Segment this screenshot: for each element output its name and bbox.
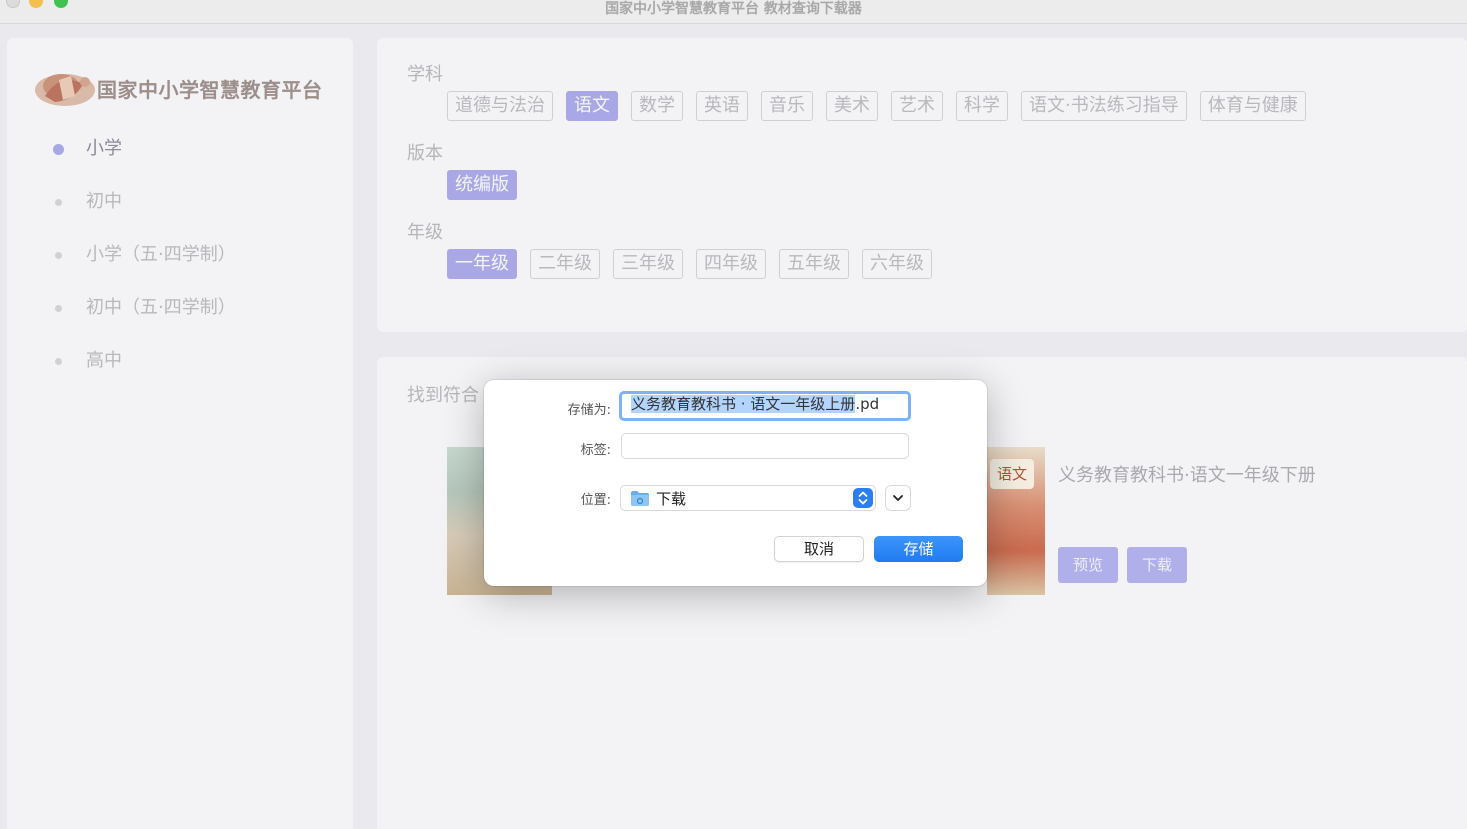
location-value: 下载 xyxy=(656,490,687,508)
sidebar-item-senior[interactable]: 高中 xyxy=(7,342,353,395)
sidebar-item-primary[interactable]: 小学 xyxy=(7,130,353,183)
preview-button[interactable]: 预览 xyxy=(1058,547,1118,583)
subject-chip[interactable]: 科学 xyxy=(956,91,1008,121)
bullet-icon xyxy=(55,252,62,259)
bullet-icon xyxy=(53,144,64,155)
chevron-down-icon xyxy=(893,495,903,501)
stage-nav: 小学 初中 小学（五·四学制） 初中（五·四学制） 高中 xyxy=(7,130,353,395)
folder-icon xyxy=(631,491,649,506)
sidebar-item-primary-54[interactable]: 小学（五·四学制） xyxy=(7,236,353,289)
grade-chip[interactable]: 三年级 xyxy=(613,249,683,279)
book-title: 义务教育教科书·语文一年级下册 xyxy=(1058,465,1316,486)
cover-subject-badge: 语文 xyxy=(990,459,1034,489)
platform-name: 国家中小学智慧教育平台 xyxy=(97,78,323,102)
cancel-button[interactable]: 取消 xyxy=(774,536,864,562)
bullet-icon xyxy=(55,358,62,365)
subject-chip[interactable]: 美术 xyxy=(826,91,878,121)
save-as-label: 存储为: xyxy=(567,403,611,418)
subject-chip[interactable]: 数学 xyxy=(631,91,683,121)
grade-chip[interactable]: 四年级 xyxy=(696,249,766,279)
grade-chip[interactable]: 五年级 xyxy=(779,249,849,279)
subject-chip[interactable]: 音乐 xyxy=(761,91,813,121)
bullet-icon xyxy=(55,199,62,206)
subject-chip[interactable]: 体育与健康 xyxy=(1199,91,1306,121)
subject-chip[interactable]: 道德与法治 xyxy=(447,91,553,121)
subject-label: 学科 xyxy=(407,64,443,85)
download-button[interactable]: 下载 xyxy=(1127,547,1187,583)
grade-chip[interactable]: 六年级 xyxy=(862,249,932,279)
sidebar-item-label: 小学 xyxy=(86,138,122,159)
filename-input[interactable]: 义务教育教科书 · 语文一年级上册.pd xyxy=(619,391,911,421)
window-title: 国家中小学智慧教育平台 教材查询下载器 xyxy=(605,1,862,17)
grade-label: 年级 xyxy=(407,222,443,243)
sidebar: 国家中小学智慧教育平台 小学 初中 小学（五·四学制） 初中（五·四学制） 高中 xyxy=(7,38,353,829)
edition-chip-selected[interactable]: 统编版 xyxy=(447,170,517,200)
sidebar-item-label: 初中（五·四学制） xyxy=(86,297,236,318)
location-select[interactable]: 下载 xyxy=(620,485,876,511)
filter-panel: 学科 道德与法治 语文 数学 英语 音乐 美术 艺术 科学 语文·书法练习指导 … xyxy=(377,38,1467,332)
save-button[interactable]: 存储 xyxy=(874,536,963,562)
grade-chip[interactable]: 二年级 xyxy=(530,249,600,279)
results-count-text: 找到符合 xyxy=(407,385,479,406)
platform-logo: 国家中小学智慧教育平台 xyxy=(31,62,331,114)
filename-extension: .pd xyxy=(855,395,880,413)
subject-chip-selected[interactable]: 语文 xyxy=(566,91,618,121)
platform-logo-icon xyxy=(35,74,95,106)
title-bar: 国家中小学智慧教育平台 教材查询下载器 xyxy=(0,0,1467,24)
book-cover-image[interactable]: 语文 xyxy=(987,447,1045,595)
sidebar-item-label: 小学（五·四学制） xyxy=(86,244,236,265)
tags-input[interactable] xyxy=(621,433,909,459)
sidebar-item-junior-54[interactable]: 初中（五·四学制） xyxy=(7,289,353,342)
subject-chips: 道德与法治 语文 数学 英语 音乐 美术 艺术 科学 语文·书法练习指导 体育与… xyxy=(447,91,1306,121)
location-label: 位置: xyxy=(580,493,611,508)
subject-chip[interactable]: 英语 xyxy=(696,91,748,121)
grade-chip-selected[interactable]: 一年级 xyxy=(447,249,517,279)
sidebar-item-label: 高中 xyxy=(86,350,122,371)
edition-label: 版本 xyxy=(407,143,443,164)
grade-chips: 一年级 二年级 三年级 四年级 五年级 六年级 xyxy=(447,249,932,279)
edition-chips: 统编版 xyxy=(447,170,517,200)
updown-chevron-icon xyxy=(853,488,873,508)
tags-label: 标签: xyxy=(580,443,611,458)
bullet-icon xyxy=(55,305,62,312)
sidebar-item-label: 初中 xyxy=(86,191,122,212)
sidebar-item-junior[interactable]: 初中 xyxy=(7,183,353,236)
subject-chip[interactable]: 艺术 xyxy=(891,91,943,121)
filename-selected-text: 义务教育教科书 · 语文一年级上册 xyxy=(631,395,856,413)
save-dialog: 存储为: 义务教育教科书 · 语文一年级上册.pd 标签: 位置: 下载 取消 … xyxy=(484,380,987,586)
expand-dialog-button[interactable] xyxy=(885,485,911,511)
subject-chip[interactable]: 语文·书法练习指导 xyxy=(1021,91,1187,121)
